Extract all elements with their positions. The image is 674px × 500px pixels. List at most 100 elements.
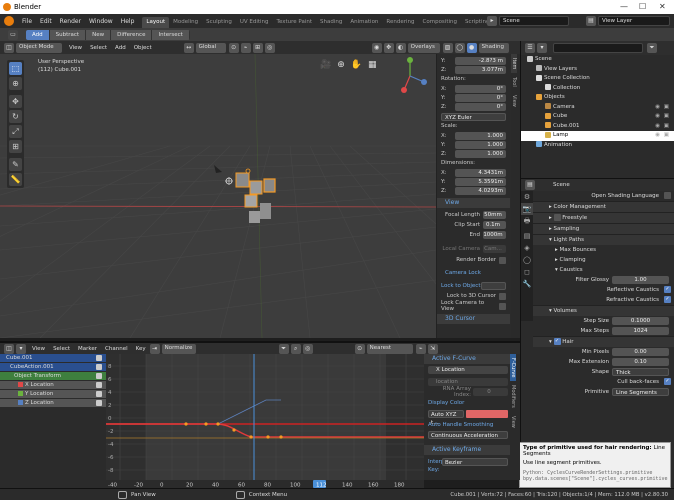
mode-add-button[interactable]: Add <box>26 29 50 40</box>
snap-icon[interactable]: ⌁ <box>240 42 251 53</box>
mode-new-button[interactable]: New <box>86 29 112 40</box>
rot-x-field[interactable]: 0° <box>455 84 506 93</box>
rna-index-field[interactable]: 0 <box>473 388 508 396</box>
clip-start-field[interactable]: 0.1m <box>483 221 506 229</box>
lock-camera-to-view-checkbox[interactable] <box>499 302 506 310</box>
channel-visibility-checkbox[interactable] <box>96 382 102 388</box>
rot-z-field[interactable]: 0° <box>455 102 506 111</box>
blender-menu-icon[interactable] <box>4 16 14 26</box>
graph-area[interactable]: 8 6 4 2 0 -2 -4 -6 -8 <box>106 354 424 480</box>
filter-icon[interactable]: ⏷ <box>278 343 289 354</box>
eye-icon[interactable]: ◉ <box>655 131 660 141</box>
viewport-menu-add[interactable]: Add <box>111 45 130 51</box>
3d-cursor-section-header[interactable]: 3D Cursor <box>437 314 510 324</box>
scale-z-field[interactable]: 1.000 <box>455 149 506 158</box>
scene-field[interactable]: Scene <box>499 16 569 26</box>
fcurve-data-path[interactable]: location <box>428 378 508 386</box>
loc-z-field[interactable]: 3.077m <box>455 65 506 74</box>
view-layer-field[interactable]: View Layer <box>598 16 670 26</box>
scale-y-field[interactable]: 1.000 <box>455 140 506 149</box>
focal-length-field[interactable]: 50mm <box>483 211 506 219</box>
active-fcurve-header[interactable]: Active F-Curve <box>424 354 510 364</box>
max-steps-field[interactable]: 1024 <box>612 327 669 335</box>
channel-visibility-checkbox[interactable] <box>96 355 102 361</box>
outliner-search-input[interactable] <box>553 43 643 53</box>
tab-fcurve[interactable]: F-Curve <box>510 354 516 382</box>
menu-file[interactable]: File <box>18 18 36 25</box>
world-tab-icon[interactable]: ◯ <box>521 254 533 266</box>
camera-view-icon[interactable]: 🎥 <box>320 60 331 70</box>
overlays-dropdown[interactable]: Overlays <box>407 42 440 53</box>
tab-layout[interactable]: Layout <box>142 17 170 28</box>
hair-checkbox[interactable]: ✓ <box>553 338 561 345</box>
editor-type-icon[interactable]: ◫ <box>4 42 14 53</box>
wireframe-shading-icon[interactable]: ◯ <box>454 42 465 53</box>
tab-modeling[interactable]: Modeling <box>169 17 202 28</box>
grid-view-icon[interactable]: ▦ <box>368 60 377 70</box>
dim-x-field[interactable]: 4.3431m <box>455 168 506 177</box>
view-section-header[interactable]: View <box>437 198 510 208</box>
npanel-tab-view[interactable]: View <box>511 91 517 111</box>
channel-visibility-checkbox[interactable] <box>96 373 102 379</box>
scale-x-field[interactable]: 1.000 <box>455 131 506 140</box>
outliner-row[interactable]: Camera ◉ ▣ <box>521 103 674 113</box>
pivot-icon[interactable]: ⊙ <box>228 42 239 53</box>
render-tab-icon[interactable]: 📷 <box>521 203 533 215</box>
menu-help[interactable]: Help <box>117 18 139 25</box>
xray-icon[interactable]: ▨ <box>442 42 453 53</box>
graph-menu-select[interactable]: Select <box>49 346 74 352</box>
graph-menu-key[interactable]: Key <box>132 346 150 352</box>
eye-icon[interactable]: ◉ <box>655 103 660 113</box>
pivot-icon[interactable]: ⊙ <box>354 343 365 354</box>
channel-visibility-checkbox[interactable] <box>96 364 102 370</box>
rot-y-field[interactable]: 0° <box>455 93 506 102</box>
auto-snap-icon[interactable]: ⇲ <box>427 343 438 354</box>
cursor-tool-icon[interactable]: ⊕ <box>9 77 22 90</box>
snap-target-icon[interactable]: ⊞ <box>252 42 263 53</box>
channel-row[interactable]: Cube.001 <box>0 354 106 362</box>
snap-toggle-icon[interactable]: ⌁ <box>415 343 426 354</box>
menu-render[interactable]: Render <box>56 18 85 25</box>
clamping-header[interactable]: ▸ Clamping <box>533 255 674 265</box>
freestyle-header[interactable]: ▸ Freestyle <box>533 212 674 223</box>
modifier-tab-icon[interactable]: 🔧 <box>521 278 533 290</box>
camera-visibility-icon[interactable]: ▣ <box>664 122 669 132</box>
mode-intersect-button[interactable]: Intersect <box>152 29 190 40</box>
channel-row[interactable]: Object Transform <box>0 372 106 380</box>
npanel-tab-tool[interactable]: Tool <box>511 73 517 91</box>
clip-end-field[interactable]: 1000m <box>483 231 506 239</box>
eye-icon[interactable]: ◉ <box>655 112 660 122</box>
channel-visibility-checkbox[interactable] <box>96 391 102 397</box>
step-size-field[interactable]: 0.1000 <box>612 317 669 325</box>
rotate-tool-icon[interactable]: ↻ <box>9 110 22 123</box>
tab-graph-view[interactable]: View <box>510 412 516 432</box>
gizmo-icon[interactable]: ✥ <box>383 42 394 53</box>
outliner-row[interactable]: Animation <box>521 141 674 151</box>
viewport-menu-select[interactable]: Select <box>86 45 111 51</box>
tab-modifiers[interactable]: Modifiers <box>510 381 516 412</box>
dim-z-field[interactable]: 4.0293m <box>455 186 506 195</box>
color-management-header[interactable]: ▸ Color Management <box>533 201 674 212</box>
render-border-checkbox[interactable] <box>499 256 506 264</box>
search-icon[interactable]: ⌕ <box>290 343 301 354</box>
channel-visibility-checkbox[interactable] <box>96 400 102 406</box>
outliner-row[interactable]: Cube ◉ ▣ <box>521 112 674 122</box>
interpolation-dropdown[interactable]: Bezier <box>442 458 508 466</box>
normalize-toggle[interactable]: Normalize <box>161 343 196 354</box>
scale-tool-icon[interactable]: ⤢ <box>9 125 22 138</box>
primitive-dropdown[interactable]: Line Segments <box>612 388 669 396</box>
annotate-tool-icon[interactable]: ✎ <box>9 158 22 171</box>
menu-window[interactable]: Window <box>85 18 117 25</box>
output-tab-icon[interactable]: 🖶 <box>521 215 533 230</box>
tool-tab-icon[interactable]: ⚙ <box>521 191 533 203</box>
graph-mode-icon[interactable]: ▾ <box>16 343 26 354</box>
auto-handle-dropdown[interactable]: Continuous Acceleration <box>428 431 508 439</box>
graph-canvas[interactable]: 8 6 4 2 0 -2 -4 -6 -8 <box>106 354 424 480</box>
orientation-dropdown[interactable]: Global <box>195 42 226 53</box>
outliner-row[interactable]: Cube.001 ◉ ▣ <box>521 122 674 132</box>
outliner-row[interactable]: Scene <box>521 55 674 65</box>
proportional-icon[interactable]: ◎ <box>302 343 313 354</box>
properties-editor-icon[interactable]: ▤ <box>525 180 535 190</box>
channel-row[interactable]: CubeAction.001 <box>0 363 106 371</box>
mode-difference-button[interactable]: Difference <box>111 29 153 40</box>
